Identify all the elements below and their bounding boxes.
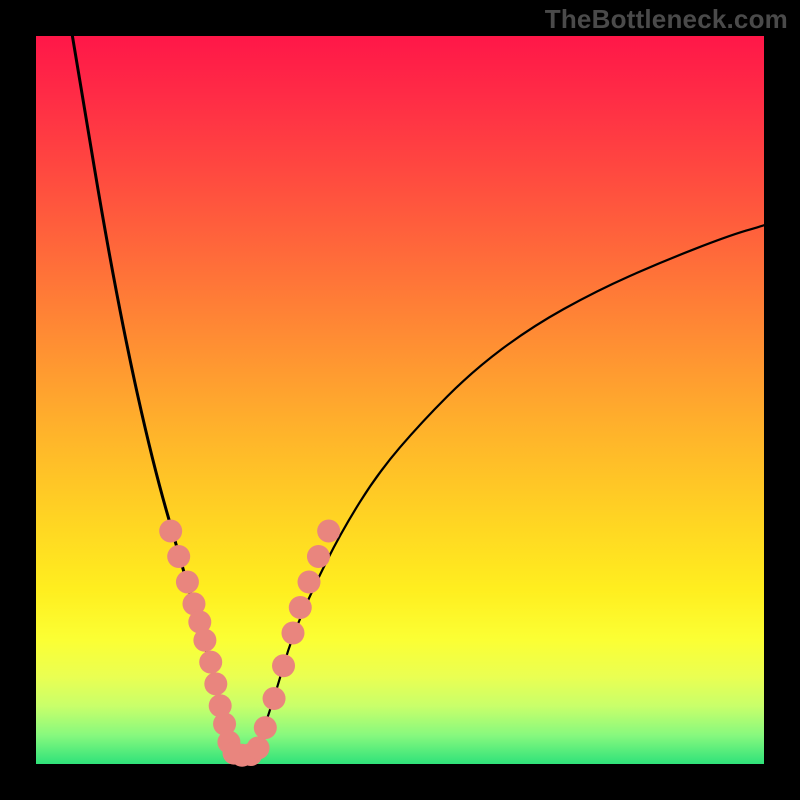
scatter-dots <box>159 520 340 767</box>
data-point <box>176 571 199 594</box>
right-curve <box>254 225 764 753</box>
data-point <box>298 571 321 594</box>
data-point <box>167 545 190 568</box>
chart-frame: TheBottleneck.com <box>0 0 800 800</box>
data-point <box>289 596 312 619</box>
data-point <box>247 736 270 759</box>
data-point <box>204 672 227 695</box>
curve-group <box>72 36 764 753</box>
watermark-text: TheBottleneck.com <box>545 4 788 35</box>
data-point <box>193 629 216 652</box>
data-point <box>254 716 277 739</box>
data-point <box>263 687 286 710</box>
data-point <box>199 651 222 674</box>
data-point <box>272 654 295 677</box>
data-point <box>281 621 304 644</box>
data-point <box>317 520 340 543</box>
data-point <box>307 545 330 568</box>
data-point <box>159 520 182 543</box>
chart-overlay <box>0 0 800 800</box>
